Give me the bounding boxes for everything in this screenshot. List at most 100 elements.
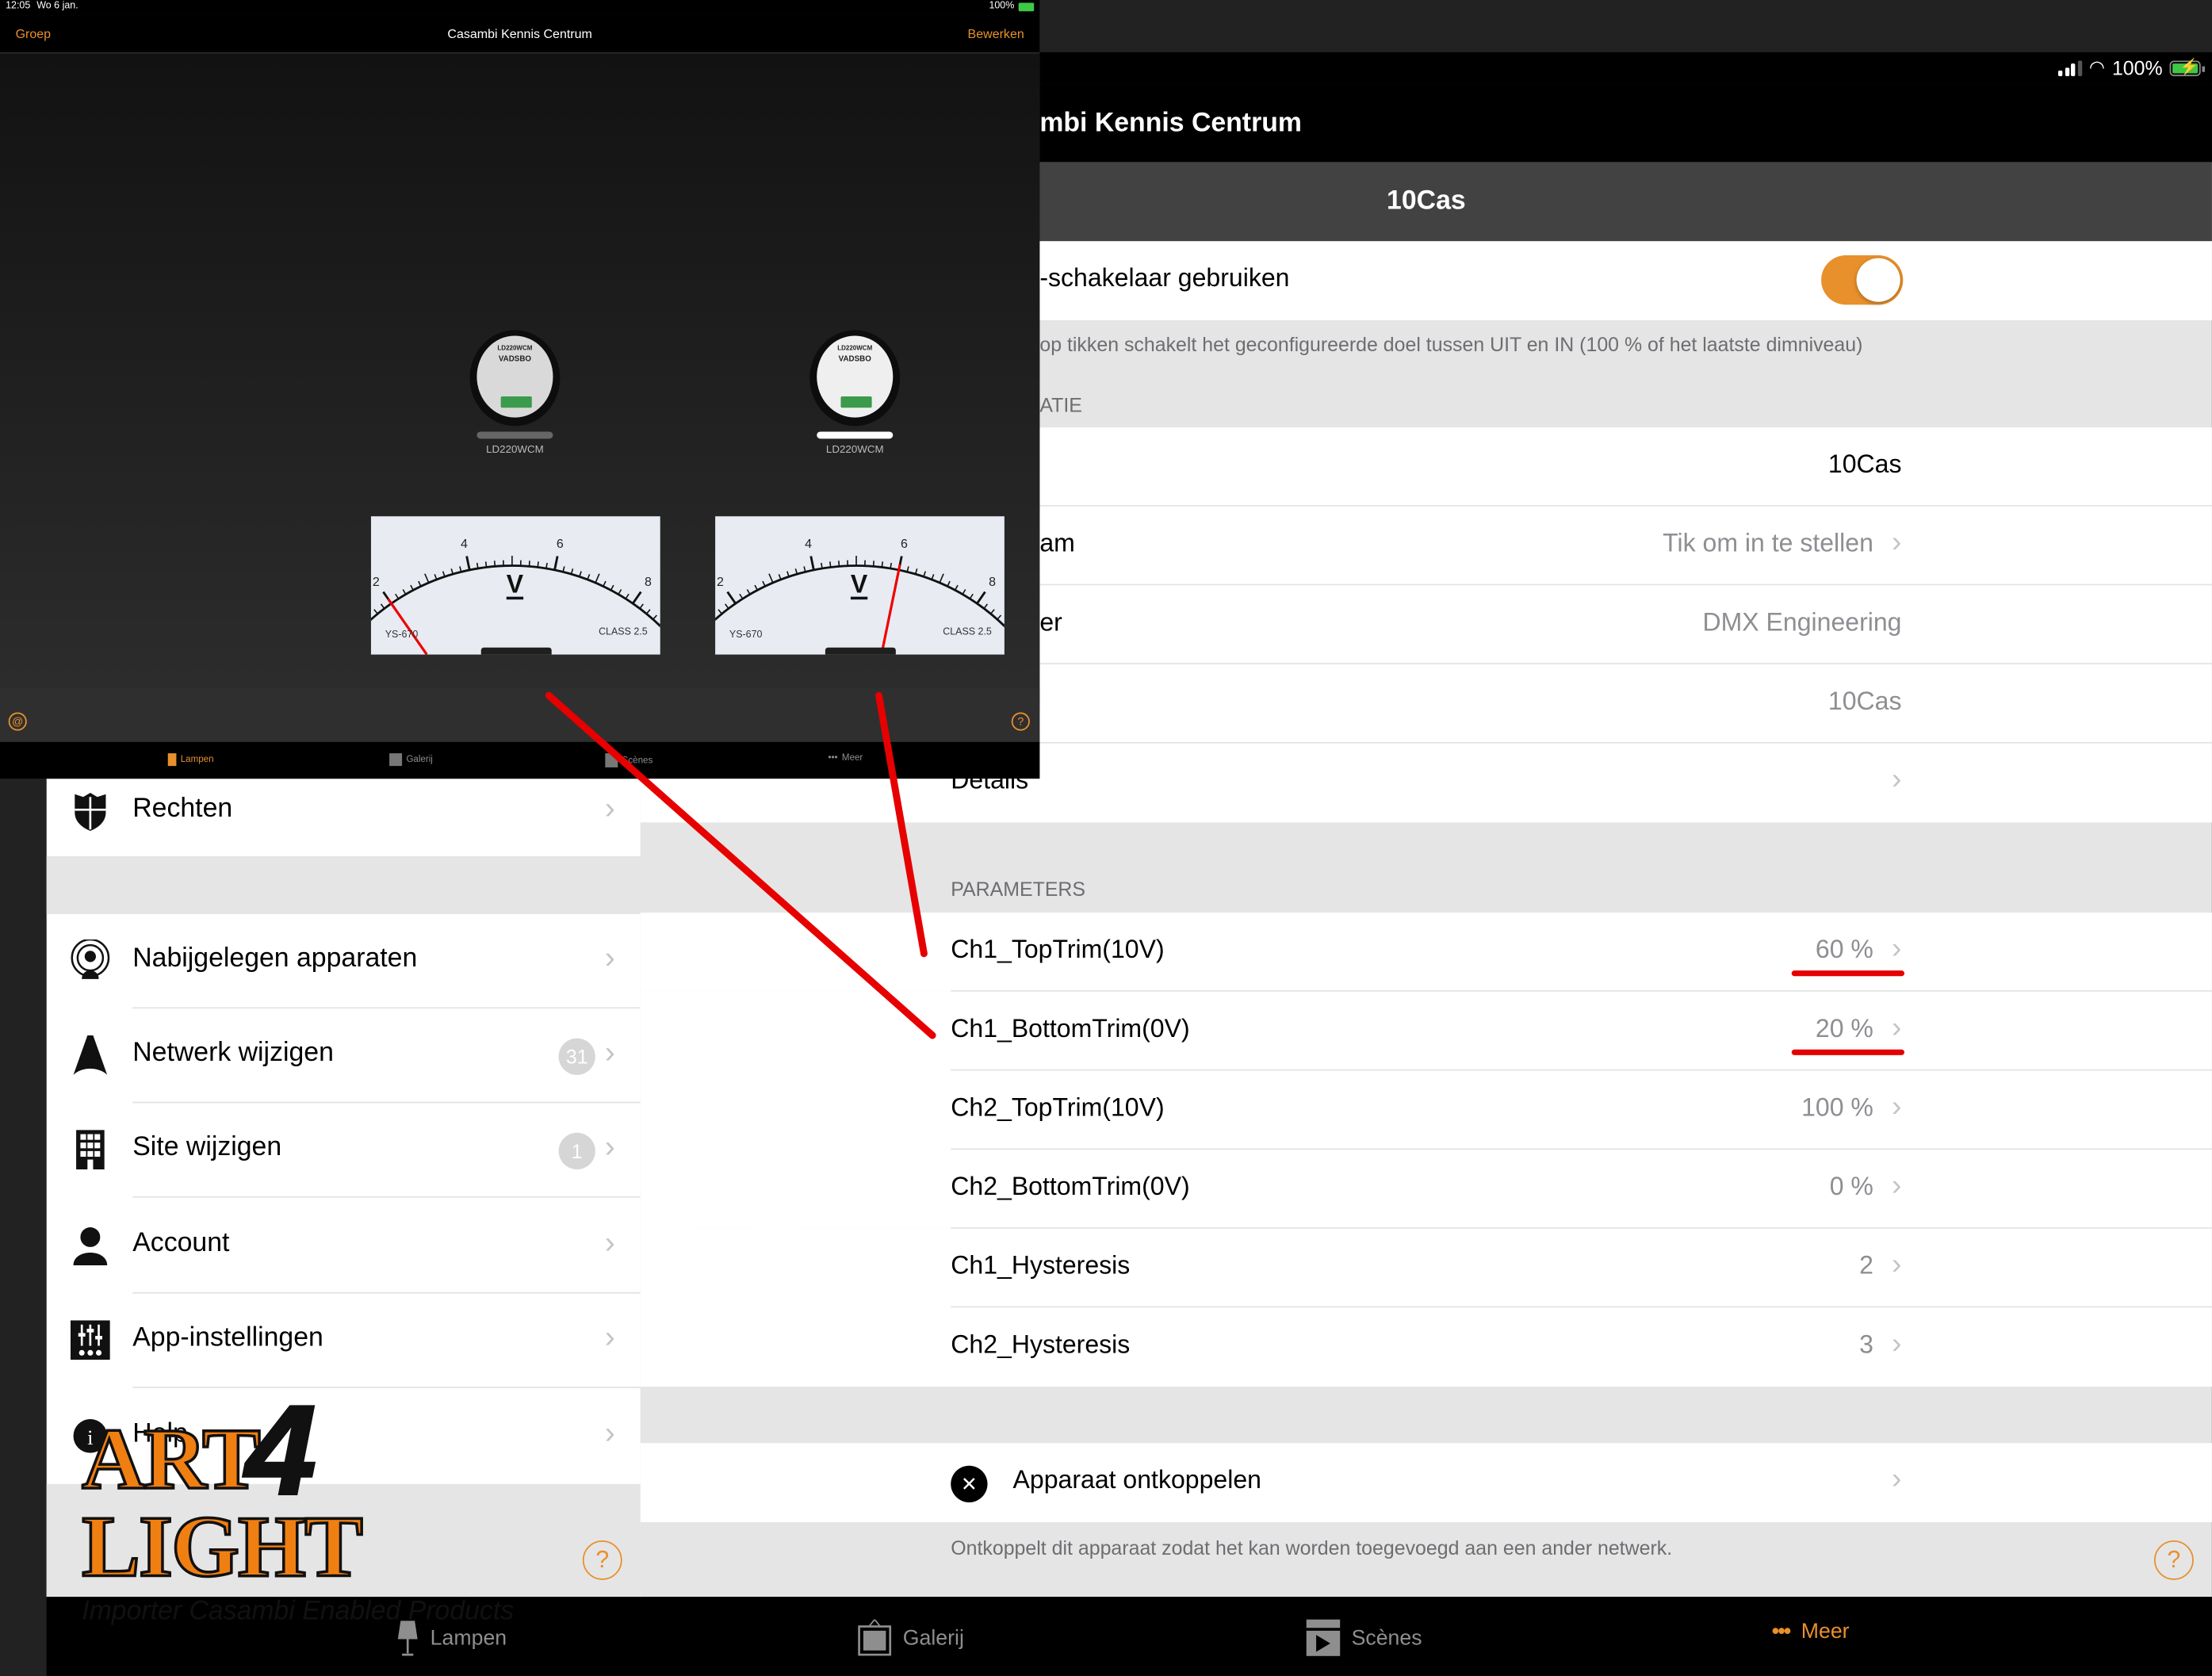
overlay-tab-bar: Lampen Galerij Scènes •••Meer	[0, 742, 1039, 779]
menu-item-rechten[interactable]: Rechten ›	[47, 764, 641, 859]
device-name: LD220WCM	[467, 443, 563, 456]
gauge-tick	[611, 585, 614, 590]
status-battery-text: 100%	[989, 2, 1014, 11]
tab-scenes[interactable]: Scènes	[1307, 1620, 1422, 1656]
param-value: 3	[1859, 1330, 1873, 1360]
tab-galerij[interactable]: Galerij	[389, 753, 433, 766]
gauge-tick	[495, 561, 496, 566]
menu-label: App-instellingen	[132, 1323, 323, 1354]
building-icon	[69, 1128, 111, 1170]
tab-meer[interactable]: •••Meer	[828, 753, 863, 763]
gauge-tick	[646, 610, 650, 614]
gauge-class: CLASS 2.5	[943, 628, 992, 637]
menu-item-change-network[interactable]: Netwerk wijzigen 31 ›	[47, 1008, 641, 1103]
gauge-tick-label: 8	[989, 576, 996, 589]
gauge-tick	[970, 594, 973, 599]
gauge-tick-label: 8	[645, 576, 652, 589]
gauge-tick	[997, 615, 1001, 619]
param-name: Ch1_TopTrim(10V)	[951, 936, 1164, 965]
param-name: Ch2_TopTrim(10V)	[951, 1093, 1164, 1123]
param-name: Ch2_Hysteresis	[951, 1330, 1130, 1360]
gauge-tick	[769, 574, 773, 583]
chevron-right-icon: ›	[1892, 1012, 1901, 1046]
lamp-icon	[168, 753, 177, 766]
gauge-tick	[747, 589, 750, 594]
menu-item-change-site[interactable]: Site wijzigen 1 ›	[47, 1103, 641, 1197]
chevron-right-icon: ›	[1892, 1249, 1901, 1283]
info-value: 10Cas	[1828, 450, 1902, 480]
tab-label: Meer	[1801, 1620, 1850, 1643]
at-icon[interactable]: @	[9, 713, 27, 731]
info-key: am	[1039, 529, 1075, 558]
menu-label: Nabijgelegen apparaten	[132, 943, 417, 974]
help-icon[interactable]: ?	[2154, 1540, 2194, 1580]
gauge-mount	[825, 648, 896, 655]
chevron-right-icon: ›	[1892, 932, 1901, 966]
divider	[132, 1387, 641, 1388]
gauge-tick	[411, 585, 413, 590]
battery-icon	[1019, 3, 1035, 12]
overlay-title: Casambi Kennis Centrum	[0, 27, 1039, 41]
unpair-row[interactable]: ✕ Apparaat ontkoppelen ›	[641, 1443, 2212, 1522]
gauge-tick	[728, 592, 736, 604]
edit-button[interactable]: Bewerken	[968, 27, 1024, 41]
gauge-tick	[940, 574, 943, 583]
gauge-tick	[811, 557, 814, 570]
toggle-label: -schakelaar gebruiken	[1039, 264, 1289, 293]
tab-label: Scènes	[622, 756, 653, 765]
chevron-right-icon: ›	[605, 1224, 615, 1261]
param-row[interactable]: Ch2_Hysteresis 3 ›	[641, 1307, 2212, 1387]
help-icon[interactable]: ?	[1012, 713, 1030, 731]
gauge-tick-label: 4	[805, 538, 812, 551]
left-margin	[0, 779, 47, 1676]
chevron-right-icon: ›	[1892, 1463, 1901, 1497]
menu-item-account[interactable]: Account ›	[47, 1199, 641, 1293]
gauge-tick-label: 6	[901, 538, 908, 551]
more-icon: •••	[1772, 1620, 1790, 1643]
param-row[interactable]: Ch1_BottomTrim(0V) 20 % ›	[641, 992, 2212, 1071]
gauge-tick	[890, 563, 891, 568]
gauge-tick	[755, 585, 757, 590]
chevron-right-icon: ›	[605, 1128, 615, 1165]
gauge-unit: V	[851, 572, 867, 599]
param-row[interactable]: Ch1_TopTrim(10V) 60 % ›	[641, 913, 2212, 992]
info-value: DMX Engineering	[1702, 608, 1901, 637]
tab-scenes[interactable]: Scènes	[605, 753, 653, 767]
gauge-tick	[640, 604, 643, 609]
gauge-tick	[984, 604, 987, 609]
menu-item-app-settings[interactable]: App-instellingen ›	[47, 1294, 641, 1388]
param-row[interactable]: Ch2_BottomTrim(0V) 0 % ›	[641, 1150, 2212, 1229]
param-name: Ch2_BottomTrim(0V)	[951, 1173, 1189, 1202]
gauge-tick	[403, 589, 406, 594]
menu-item-nearby-devices[interactable]: Nabijgelegen apparaten ›	[47, 914, 641, 1008]
gauge-tick	[821, 563, 822, 568]
tab-label: Lampen	[181, 755, 214, 764]
tab-label: Meer	[842, 753, 863, 763]
gauge-tick	[740, 594, 743, 599]
switch-toggle[interactable]	[1821, 255, 1903, 304]
gauge-tick	[947, 581, 950, 586]
param-value: 20 %	[1816, 1014, 1873, 1043]
gauge-tick	[529, 561, 530, 566]
chevron-right-icon: ›	[1892, 1090, 1901, 1124]
gauge-needle	[882, 564, 900, 655]
chevron-right-icon: ›	[1892, 526, 1901, 561]
param-value: 100 %	[1801, 1093, 1873, 1123]
tab-galerij[interactable]: Galerij	[858, 1620, 964, 1656]
gauge-tick	[419, 581, 421, 586]
param-row[interactable]: Ch2_TopTrim(10V) 100 % ›	[641, 1070, 2212, 1150]
device-tile[interactable]: LD220WCMVADSBO LD220WCM	[467, 330, 563, 455]
gauge-needle	[388, 599, 427, 654]
chevron-right-icon: ›	[1892, 1327, 1901, 1361]
menu-label: Site wijzigen	[132, 1133, 281, 1164]
scenes-icon	[1307, 1620, 1341, 1656]
chevron-right-icon: ›	[605, 1415, 615, 1452]
voltmeter-gauge: 0246810 V YS-670 CLASS 2.5	[371, 516, 660, 654]
param-row[interactable]: Ch1_Hysteresis 2 ›	[641, 1229, 2212, 1308]
help-icon[interactable]: ?	[583, 1540, 622, 1580]
tab-meer[interactable]: ••• Meer	[1772, 1620, 1850, 1643]
menu-label: Account	[132, 1229, 229, 1260]
device-tile[interactable]: LD220WCMVADSBO LD220WCM	[807, 330, 903, 455]
tab-lampen[interactable]: Lampen	[168, 753, 214, 766]
gauge-tick-label: 4	[461, 538, 468, 551]
